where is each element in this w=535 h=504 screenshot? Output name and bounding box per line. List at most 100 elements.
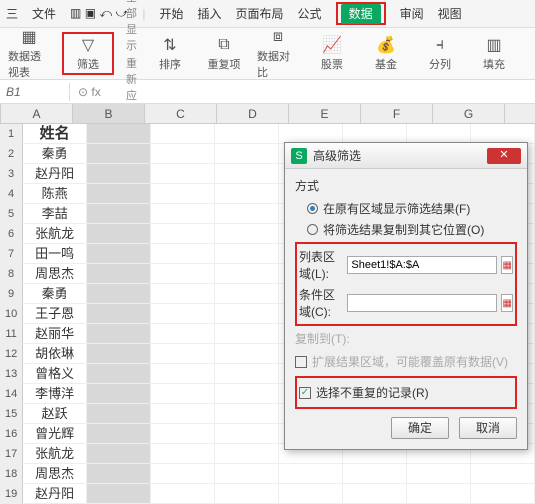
cell[interactable] [87, 424, 151, 444]
cell[interactable] [279, 464, 343, 484]
row-header[interactable]: 18 [0, 464, 23, 484]
cell[interactable] [471, 464, 535, 484]
cell[interactable] [87, 224, 151, 244]
cell[interactable]: 赵丹阳 [23, 164, 87, 184]
row-header[interactable]: 7 [0, 244, 23, 264]
col-header-C[interactable]: C [145, 104, 217, 123]
ribbon-dup[interactable]: ⧉重复项 [203, 35, 245, 72]
cell[interactable] [151, 244, 215, 264]
ribbon-compare[interactable]: ⧈数据对比 [257, 27, 299, 80]
row-header[interactable]: 10 [0, 304, 23, 324]
cell[interactable]: 姓名 [23, 124, 87, 144]
ribbon-find[interactable]: 🔍查找 [527, 35, 535, 72]
cell[interactable] [215, 444, 279, 464]
cell[interactable] [215, 144, 279, 164]
cell[interactable]: 赵丽华 [23, 324, 87, 344]
cell[interactable] [87, 164, 151, 184]
cell[interactable] [151, 184, 215, 204]
cell[interactable] [151, 284, 215, 304]
cell[interactable]: 张航龙 [23, 224, 87, 244]
cell[interactable] [151, 304, 215, 324]
cell[interactable]: 王子恩 [23, 304, 87, 324]
cell[interactable]: 田一鸣 [23, 244, 87, 264]
cell[interactable] [407, 484, 471, 504]
col-header-G[interactable]: G [433, 104, 505, 123]
cell[interactable] [471, 124, 535, 144]
cell[interactable] [151, 464, 215, 484]
tab-review[interactable]: 审阅 [400, 5, 424, 22]
cell[interactable] [87, 404, 151, 424]
radio-copy[interactable]: 将筛选结果复制到其它位置(O) [295, 219, 517, 240]
cell[interactable] [87, 484, 151, 504]
row-header[interactable]: 6 [0, 224, 23, 244]
cell[interactable]: 张航龙 [23, 444, 87, 464]
row-header[interactable]: 13 [0, 364, 23, 384]
cell[interactable] [215, 484, 279, 504]
row-header[interactable]: 16 [0, 424, 23, 444]
cell[interactable] [215, 344, 279, 364]
cell[interactable] [215, 164, 279, 184]
cell[interactable] [87, 264, 151, 284]
row-header[interactable]: 17 [0, 444, 23, 464]
ribbon-filter[interactable]: ▽筛选 [67, 35, 109, 72]
cell[interactable]: 周思杰 [23, 464, 87, 484]
cell[interactable]: 胡依琳 [23, 344, 87, 364]
cell[interactable] [87, 344, 151, 364]
cell[interactable] [151, 264, 215, 284]
ok-button[interactable]: 确定 [391, 417, 449, 439]
tab-pagelayout[interactable]: 页面布局 [236, 5, 284, 22]
col-header-D[interactable]: D [217, 104, 289, 123]
cell[interactable] [151, 124, 215, 144]
cell[interactable] [215, 404, 279, 424]
cell[interactable] [151, 344, 215, 364]
cell[interactable] [151, 444, 215, 464]
col-header-B[interactable]: B [73, 104, 145, 123]
name-box[interactable]: B1 [0, 83, 70, 101]
cell[interactable]: 赵丹阳 [23, 484, 87, 504]
row-header[interactable]: 4 [0, 184, 23, 204]
cell[interactable] [279, 124, 343, 144]
cell[interactable]: 曾光辉 [23, 424, 87, 444]
row-header[interactable]: 3 [0, 164, 23, 184]
tab-formula[interactable]: 公式 [298, 5, 322, 22]
cell[interactable] [215, 204, 279, 224]
col-header-A[interactable]: A [1, 104, 73, 123]
cell[interactable] [151, 364, 215, 384]
cell[interactable]: 秦勇 [23, 284, 87, 304]
list-range-picker[interactable]: ▦ [501, 256, 513, 274]
tab-view[interactable]: 视图 [438, 5, 462, 22]
cell[interactable] [215, 264, 279, 284]
cancel-button[interactable]: 取消 [459, 417, 517, 439]
col-header-E[interactable]: E [289, 104, 361, 123]
row-header[interactable]: 12 [0, 344, 23, 364]
cell[interactable] [151, 224, 215, 244]
col-header-F[interactable]: F [361, 104, 433, 123]
cell[interactable]: 秦勇 [23, 144, 87, 164]
cell[interactable] [215, 324, 279, 344]
cell[interactable] [215, 364, 279, 384]
cell[interactable] [87, 144, 151, 164]
ribbon-showall[interactable]: 全部显示 [126, 0, 137, 53]
cell[interactable]: 陈燕 [23, 184, 87, 204]
cell[interactable] [151, 484, 215, 504]
cell[interactable] [87, 364, 151, 384]
cell[interactable]: 曾格义 [23, 364, 87, 384]
cell[interactable] [215, 284, 279, 304]
cell[interactable] [151, 144, 215, 164]
ribbon-fill[interactable]: ▥填充 [473, 35, 515, 72]
cell[interactable] [87, 184, 151, 204]
dialog-titlebar[interactable]: S 高级筛选 ✕ [285, 143, 527, 169]
cell[interactable] [87, 444, 151, 464]
cell[interactable] [151, 324, 215, 344]
cell[interactable] [279, 484, 343, 504]
criteria-range-picker[interactable]: ▦ [501, 294, 513, 312]
tab-data[interactable]: 数据 [341, 4, 381, 24]
cell[interactable]: 李喆 [23, 204, 87, 224]
cell[interactable] [215, 304, 279, 324]
unique-checkbox-row[interactable]: ✓ 选择不重复的记录(R) [299, 380, 513, 405]
criteria-range-input[interactable] [347, 294, 497, 312]
cell[interactable] [151, 164, 215, 184]
tab-home[interactable]: 开始 [160, 5, 184, 22]
col-header-H[interactable]: H [505, 104, 535, 123]
cell[interactable] [215, 384, 279, 404]
